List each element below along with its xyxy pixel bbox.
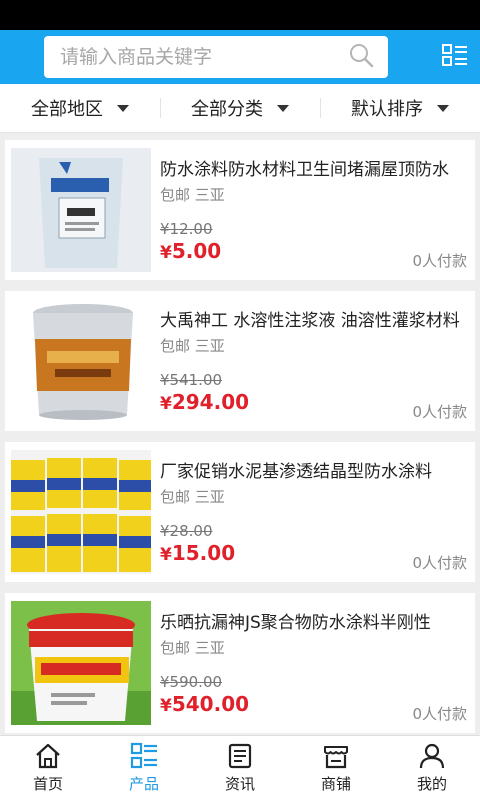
tab-news[interactable]: 资讯 [192, 736, 288, 800]
price-value: 15.00 [171, 541, 236, 565]
filter-category[interactable]: 全部分类 [160, 84, 320, 132]
bag-product-image[interactable] [11, 148, 151, 272]
product-tags: 包邮 三亚 [160, 639, 225, 657]
current-price: ¥540.00 [160, 692, 249, 716]
currency-symbol: ¥ [160, 545, 172, 565]
original-price: ¥590.00 [160, 673, 223, 691]
sales-count: 0人付款 [412, 554, 467, 572]
bucket-product-image[interactable] [11, 299, 151, 423]
filter-label: 默认排序 [351, 99, 423, 120]
cans-product-image[interactable] [11, 450, 151, 574]
search-input[interactable] [58, 45, 348, 69]
sales-count: 0人付款 [412, 403, 467, 421]
current-price: ¥294.00 [160, 390, 249, 414]
filter-region[interactable]: 全部地区 [0, 84, 160, 132]
product-list: 防水涂料防水材料卫生间堵漏屋顶防水 包邮 三亚 ¥12.00 ¥5.00 0人付… [5, 140, 475, 744]
price-value: 294.00 [171, 390, 250, 414]
header-bar [0, 30, 480, 84]
currency-symbol: ¥ [160, 696, 172, 716]
currency-symbol: ¥ [160, 243, 172, 263]
tab-home[interactable]: 首页 [0, 736, 96, 800]
tab-label: 商铺 [320, 775, 351, 793]
product-card[interactable]: 防水涂料防水材料卫生间堵漏屋顶防水 包邮 三亚 ¥12.00 ¥5.00 0人付… [5, 140, 475, 280]
product-card[interactable]: 厂家促销水泥基渗透结晶型防水涂料 包邮 三亚 ¥28.00 ¥15.00 0人付… [5, 442, 475, 582]
filter-label: 全部分类 [191, 99, 263, 120]
bottom-tab-bar: 首页 产品 资讯 商铺 我的 [0, 735, 480, 800]
product-title[interactable]: 大禹神工 水溶性注浆液 油溶性灌浆材料 [160, 306, 469, 331]
tab-products[interactable]: 产品 [96, 736, 192, 800]
product-title[interactable]: 乐晒抗漏神JS聚合物防水涂料半刚性 [160, 608, 469, 633]
original-price: ¥541.00 [160, 371, 223, 389]
product-card[interactable]: 乐晒抗漏神JS聚合物防水涂料半刚性 包邮 三亚 ¥590.00 ¥540.00 … [5, 593, 475, 733]
dropdown-arrow-icon [277, 104, 289, 112]
product-title[interactable]: 厂家促销水泥基渗透结晶型防水涂料 [160, 457, 469, 482]
status-bar [0, 0, 480, 30]
currency-symbol: ¥ [160, 394, 172, 414]
search-icon[interactable] [348, 42, 374, 72]
product-tags: 包邮 三亚 [160, 488, 225, 506]
news-icon [228, 743, 252, 769]
tab-store[interactable]: 商铺 [288, 736, 384, 800]
current-price: ¥5.00 [160, 239, 221, 263]
filter-bar: 全部地区 全部分类 默认排序 [0, 84, 480, 133]
price-value: 5.00 [171, 239, 222, 263]
category-menu-button[interactable] [440, 42, 470, 72]
product-tags: 包邮 三亚 [160, 337, 225, 355]
current-price: ¥15.00 [160, 541, 235, 565]
tab-label: 资讯 [224, 775, 255, 793]
tab-profile[interactable]: 我的 [384, 736, 480, 800]
product-tags: 包邮 三亚 [160, 186, 225, 204]
sales-count: 0人付款 [412, 252, 467, 270]
dropdown-arrow-icon [437, 104, 449, 112]
list-icon [130, 742, 157, 769]
price-value: 540.00 [171, 692, 250, 716]
sales-count: 0人付款 [412, 705, 467, 723]
product-title[interactable]: 防水涂料防水材料卫生间堵漏屋顶防水 [160, 155, 469, 180]
user-icon [419, 743, 445, 769]
original-price: ¥12.00 [160, 220, 213, 238]
tab-label: 产品 [128, 775, 159, 793]
search-box[interactable] [44, 36, 388, 78]
grid-list-icon [442, 44, 467, 66]
pail-product-image[interactable] [11, 601, 151, 725]
tab-label: 我的 [416, 775, 447, 793]
filter-label: 全部地区 [31, 99, 103, 120]
home-icon [36, 743, 60, 769]
product-card[interactable]: 大禹神工 水溶性注浆液 油溶性灌浆材料 包邮 三亚 ¥541.00 ¥294.0… [5, 291, 475, 431]
filter-sort[interactable]: 默认排序 [320, 84, 480, 132]
store-icon [324, 746, 348, 769]
dropdown-arrow-icon [117, 104, 129, 112]
tab-label: 首页 [32, 775, 63, 793]
original-price: ¥28.00 [160, 522, 213, 540]
